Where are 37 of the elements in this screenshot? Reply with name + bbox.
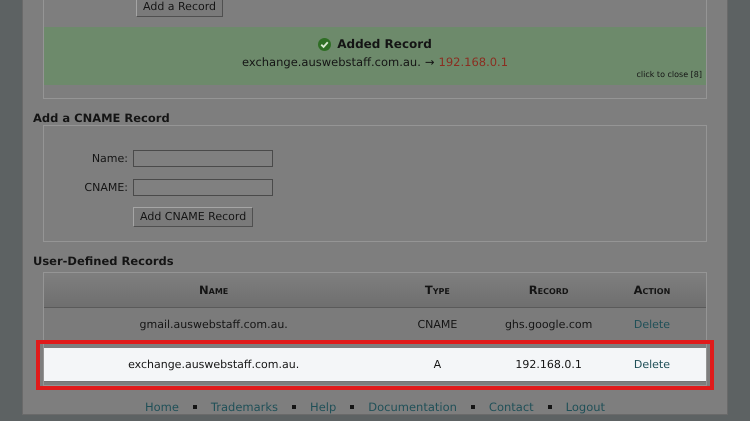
- footer-link[interactable]: Logout: [566, 400, 606, 414]
- table-cell-text: CNAME: [416, 318, 458, 332]
- table-cell-text: ghs.google.com: [504, 318, 594, 332]
- check-icon: [318, 38, 332, 50]
- separator-icon: [470, 404, 475, 409]
- separator-icon: [548, 404, 552, 409]
- table-cell-text: exchange.auswebstaff.com.au.: [127, 358, 300, 371]
- notice-title: Added Record: [337, 37, 432, 51]
- table-cell-text: gmail.auswebstaff.com.au.: [138, 318, 289, 332]
- input-field[interactable]: [133, 150, 273, 168]
- column-header: Action: [632, 283, 672, 298]
- separator-icon: [292, 404, 296, 409]
- add-cname-button[interactable]: Add CNAME Record: [133, 206, 254, 227]
- record-value: 192.168.0.1: [438, 55, 508, 69]
- input-field[interactable]: [133, 179, 273, 196]
- section-heading: User-Defined Records: [33, 254, 175, 269]
- table-cell-text: 192.168.0.1: [514, 358, 583, 371]
- arrow-glyph: →: [424, 55, 435, 69]
- column-header: Record: [528, 283, 570, 298]
- delete-link[interactable]: Delete: [634, 318, 670, 332]
- record-name: exchange.auswebstaff.com.au.: [242, 55, 421, 69]
- footer-link[interactable]: Trademarks: [210, 400, 278, 414]
- column-header: Type: [424, 283, 451, 298]
- separator-icon: [192, 404, 197, 409]
- add-record-button[interactable]: Add a Record: [136, 0, 224, 16]
- section-heading: Add a CNAME Record: [33, 110, 171, 126]
- delete-link[interactable]: Delete: [634, 358, 670, 371]
- footer-link[interactable]: Home: [144, 400, 179, 414]
- table-cell-text: A: [432, 358, 442, 371]
- column-header: Name: [198, 283, 230, 298]
- field-label: Name:: [90, 152, 129, 166]
- close-link[interactable]: click to close [8]: [636, 70, 702, 79]
- footer-link[interactable]: Documentation: [368, 400, 457, 414]
- footer-link[interactable]: Contact: [488, 400, 534, 414]
- field-label: CNAME:: [83, 181, 129, 194]
- separator-icon: [350, 404, 354, 409]
- footer-link[interactable]: Help: [310, 400, 336, 414]
